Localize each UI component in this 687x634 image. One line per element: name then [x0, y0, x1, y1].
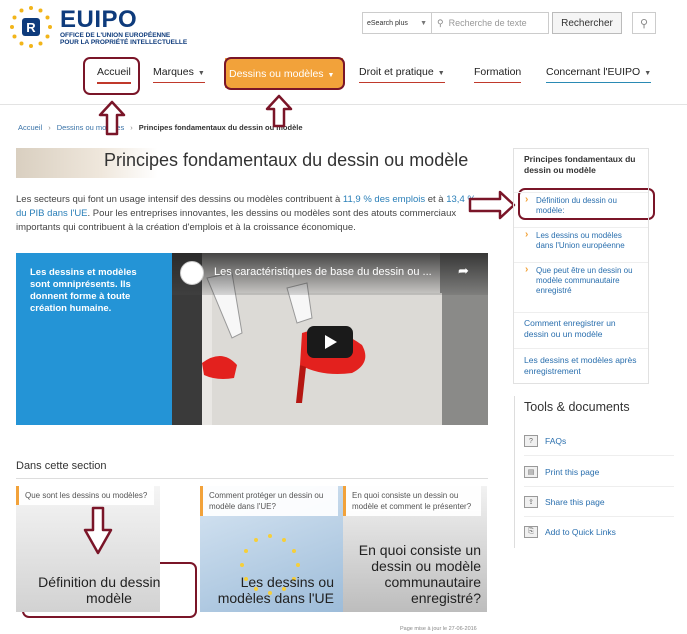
- arrow-down-card-icon: [83, 506, 113, 555]
- arrow-up-dessins-icon: [265, 94, 293, 128]
- tool-faqs-label: FAQs: [545, 436, 567, 446]
- faq-icon: ?: [524, 435, 538, 447]
- tool-faqs[interactable]: ? FAQs: [524, 432, 674, 450]
- tool-print-label: Print this page: [545, 467, 600, 477]
- tool-divider: [524, 486, 674, 487]
- tool-divider: [524, 516, 674, 517]
- tool-print[interactable]: ▤ Print this page: [524, 463, 674, 481]
- sidebar-divider: [514, 348, 648, 349]
- sidebar-divider: [514, 312, 648, 313]
- arrow-up-accueil-icon: [98, 100, 126, 136]
- sidebar-item-dmc[interactable]: Que peut être un dessin ou modèle commun…: [514, 262, 648, 299]
- tools-title: Tools & documents: [524, 400, 630, 414]
- sidebar-item-definition[interactable]: Définition du dessin ou modèle:: [514, 192, 648, 219]
- link-icon: ⎘: [524, 526, 538, 538]
- tool-quicklinks[interactable]: ⎘ Add to Quick Links: [524, 523, 674, 541]
- sidebar-title: Principes fondamentaux du dessin ou modè…: [524, 154, 636, 175]
- sidebar-item-apres[interactable]: Les dessins et modèles après enregistrem…: [524, 355, 642, 377]
- tool-share-label: Share this page: [545, 497, 605, 507]
- tool-share[interactable]: ⇪ Share this page: [524, 493, 674, 511]
- print-icon: ▤: [524, 466, 538, 478]
- tool-divider: [524, 455, 674, 456]
- tools-divider: [514, 396, 515, 548]
- sidebar-item-ue[interactable]: Les dessins ou modèles dans l'Union euro…: [514, 227, 648, 254]
- arrow-right-definition-icon: [468, 190, 516, 220]
- page-updated: Page mise à jour le 27-06-2016: [400, 626, 477, 632]
- sidebar-item-enregistrer[interactable]: Comment enregistrer un dessin ou un modè…: [524, 318, 642, 340]
- share-icon: ⇪: [524, 496, 538, 508]
- tool-quicklinks-label: Add to Quick Links: [545, 527, 616, 537]
